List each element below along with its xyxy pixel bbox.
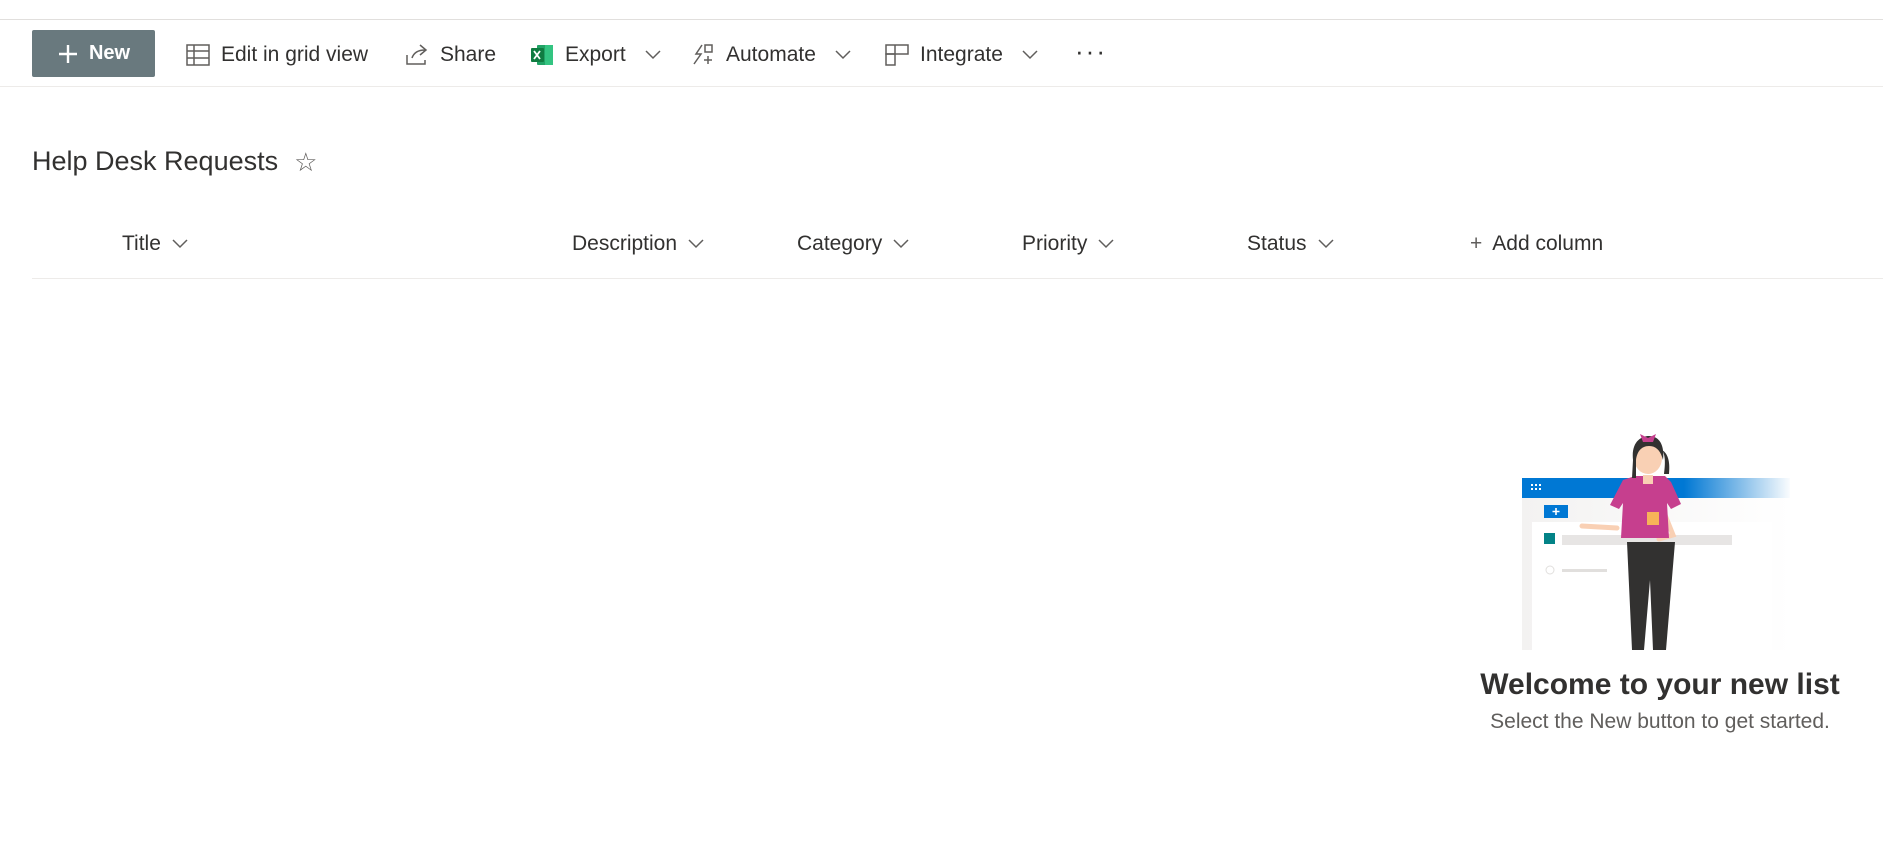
chevron-down-icon bbox=[1022, 50, 1038, 60]
empty-state-subtitle: Select the New button to get started. bbox=[1490, 710, 1830, 733]
column-header-title[interactable]: Title bbox=[122, 232, 189, 256]
automate-label: Automate bbox=[726, 43, 816, 66]
share-button[interactable]: Share bbox=[404, 40, 496, 70]
plus-icon: + bbox=[1470, 232, 1483, 255]
share-icon bbox=[406, 44, 428, 65]
page-title: Help Desk Requests bbox=[32, 146, 279, 176]
column-header-label: Category bbox=[797, 232, 883, 255]
integrate-label: Integrate bbox=[920, 43, 1003, 66]
empty-state-title: Welcome to your new list bbox=[1480, 668, 1840, 701]
column-header-description[interactable]: Description bbox=[572, 232, 705, 256]
integrate-icon bbox=[885, 44, 909, 66]
chevron-down-icon bbox=[172, 239, 188, 249]
chevron-down-icon bbox=[893, 239, 909, 249]
add-column-button[interactable]: + Add column bbox=[1470, 232, 1603, 256]
add-column-label: Add column bbox=[1492, 232, 1604, 255]
new-button-label: New bbox=[88, 42, 131, 64]
edit-grid-view-label: Edit in grid view bbox=[221, 43, 369, 66]
column-header-label: Description bbox=[572, 232, 678, 255]
grid-icon bbox=[186, 44, 210, 66]
more-icon: ··· bbox=[1075, 35, 1107, 66]
command-bar: New Edit in grid view Share Export Autom… bbox=[0, 20, 1883, 87]
chevron-down-icon bbox=[688, 239, 704, 249]
column-header-label: Priority bbox=[1022, 232, 1088, 255]
plus-icon bbox=[58, 44, 77, 63]
excel-icon bbox=[531, 45, 553, 65]
column-header-label: Title bbox=[122, 232, 161, 255]
column-header-status[interactable]: Status bbox=[1247, 232, 1335, 256]
automate-button[interactable]: Automate bbox=[690, 40, 852, 70]
chevron-down-icon bbox=[1098, 239, 1114, 249]
export-label: Export bbox=[565, 43, 626, 66]
column-header-label: Status bbox=[1247, 232, 1307, 255]
integrate-button[interactable]: Integrate bbox=[884, 40, 1039, 70]
export-button[interactable]: Export bbox=[529, 40, 662, 70]
edit-grid-view-button[interactable]: Edit in grid view bbox=[185, 40, 368, 70]
chevron-down-icon bbox=[645, 50, 661, 60]
empty-list-illustration bbox=[1522, 434, 1790, 650]
list-header: Help Desk Requests ☆ bbox=[32, 146, 317, 177]
chevron-down-icon bbox=[835, 50, 851, 60]
more-button[interactable]: ··· bbox=[1075, 36, 1107, 66]
chevron-down-icon bbox=[1318, 239, 1334, 249]
automate-icon bbox=[693, 44, 713, 65]
new-button[interactable]: New bbox=[32, 30, 155, 77]
star-icon[interactable]: ☆ bbox=[294, 149, 317, 175]
column-header-row: Title Description Category Priority Stat… bbox=[32, 222, 1883, 279]
column-header-priority[interactable]: Priority bbox=[1022, 232, 1115, 256]
share-label: Share bbox=[440, 43, 497, 66]
column-header-category[interactable]: Category bbox=[797, 232, 910, 256]
